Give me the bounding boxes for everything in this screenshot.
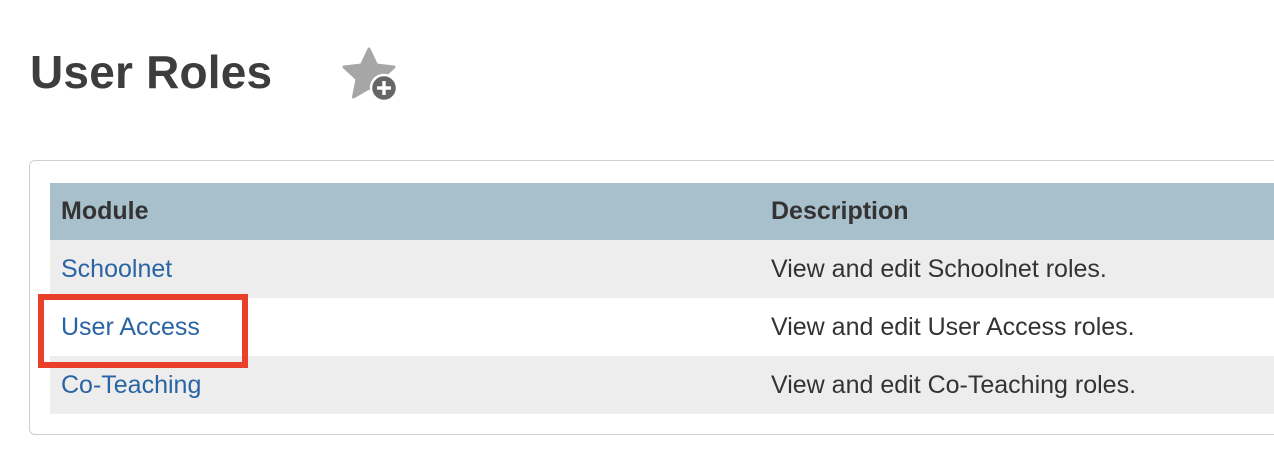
module-link-schoolnet[interactable]: Schoolnet — [61, 255, 172, 283]
roles-table: Module Description Schoolnet View and ed… — [50, 183, 1274, 414]
description-cell: View and edit User Access roles. — [760, 298, 1274, 356]
module-cell: Co-Teaching — [50, 356, 760, 414]
module-cell: Schoolnet — [50, 240, 760, 298]
module-column-header: Module — [50, 183, 760, 240]
page: User Roles Module Description Schoolnet … — [0, 0, 1274, 456]
description-column-header: Description — [760, 183, 1274, 240]
description-cell: View and edit Co-Teaching roles. — [760, 356, 1274, 414]
table-row: Schoolnet View and edit Schoolnet roles. — [50, 240, 1274, 298]
table-row: User Access View and edit User Access ro… — [50, 298, 1274, 356]
add-favorite-icon[interactable] — [342, 46, 400, 103]
table-header-row: Module Description — [50, 183, 1274, 240]
description-cell: View and edit Schoolnet roles. — [760, 240, 1274, 298]
table-row: Co-Teaching View and edit Co-Teaching ro… — [50, 356, 1274, 414]
module-link-co-teaching[interactable]: Co-Teaching — [61, 371, 201, 399]
module-cell: User Access — [50, 298, 760, 356]
module-link-user-access[interactable]: User Access — [61, 313, 200, 341]
page-title: User Roles — [30, 46, 273, 98]
